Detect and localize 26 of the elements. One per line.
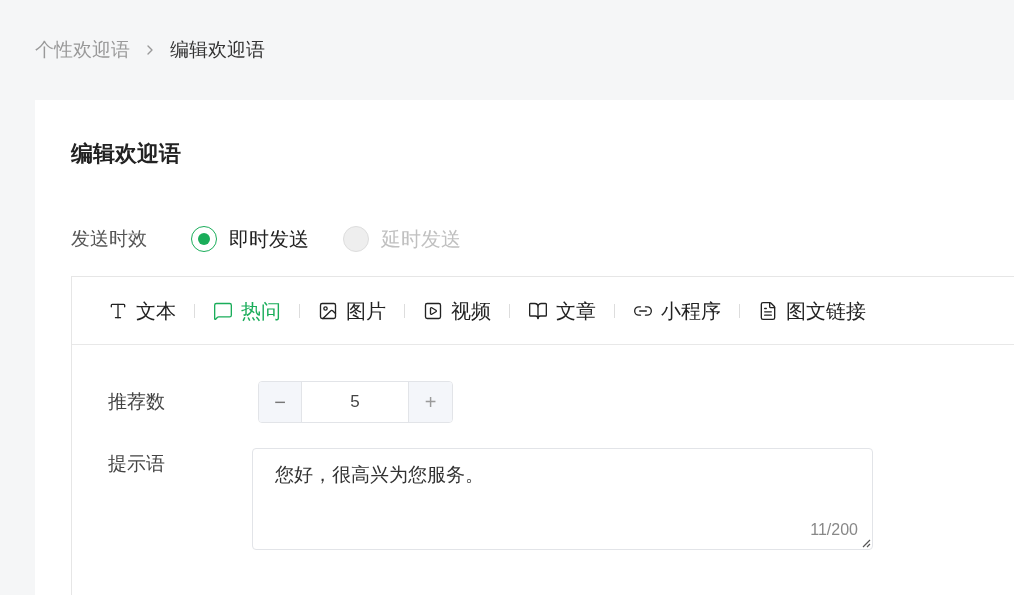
field-label: 发送时效 [71,226,148,251]
editor-tab[interactable]: 文本 [108,295,176,326]
document-icon [758,300,778,321]
editor-tab[interactable]: 图片 [318,295,386,326]
book-icon [528,300,548,321]
card-title: 编辑欢迎语 [71,140,182,168]
play-icon [423,300,443,321]
resize-handle-icon [861,538,871,548]
editor-tab[interactable]: 小程序 [633,295,721,326]
editor-tab[interactable]: 文章 [528,295,596,326]
decrement-button[interactable]: − [259,382,302,422]
editor-tab[interactable]: 视频 [423,295,491,326]
textarea-value: 您好，很高兴为您服务。 [275,464,484,485]
field-label: 提示语 [108,452,166,476]
number-stepper[interactable]: − 5 + [258,381,453,423]
field-label: 推荐数 [108,389,166,414]
image-icon [318,300,338,321]
prompt-textarea[interactable]: 您好，很高兴为您服务。 11/200 [252,448,873,550]
chat-bubble-icon [213,300,233,321]
radio-button[interactable] [191,226,217,252]
editor-tab[interactable]: 图文链接 [758,295,866,326]
breadcrumb-item: 编辑欢迎语 [170,37,265,62]
radio-label: 延时发送 [381,227,461,252]
character-counter: 11/200 [810,520,858,540]
radio-label: 即时发送 [229,227,309,252]
stepper-value: 5 [349,391,361,414]
